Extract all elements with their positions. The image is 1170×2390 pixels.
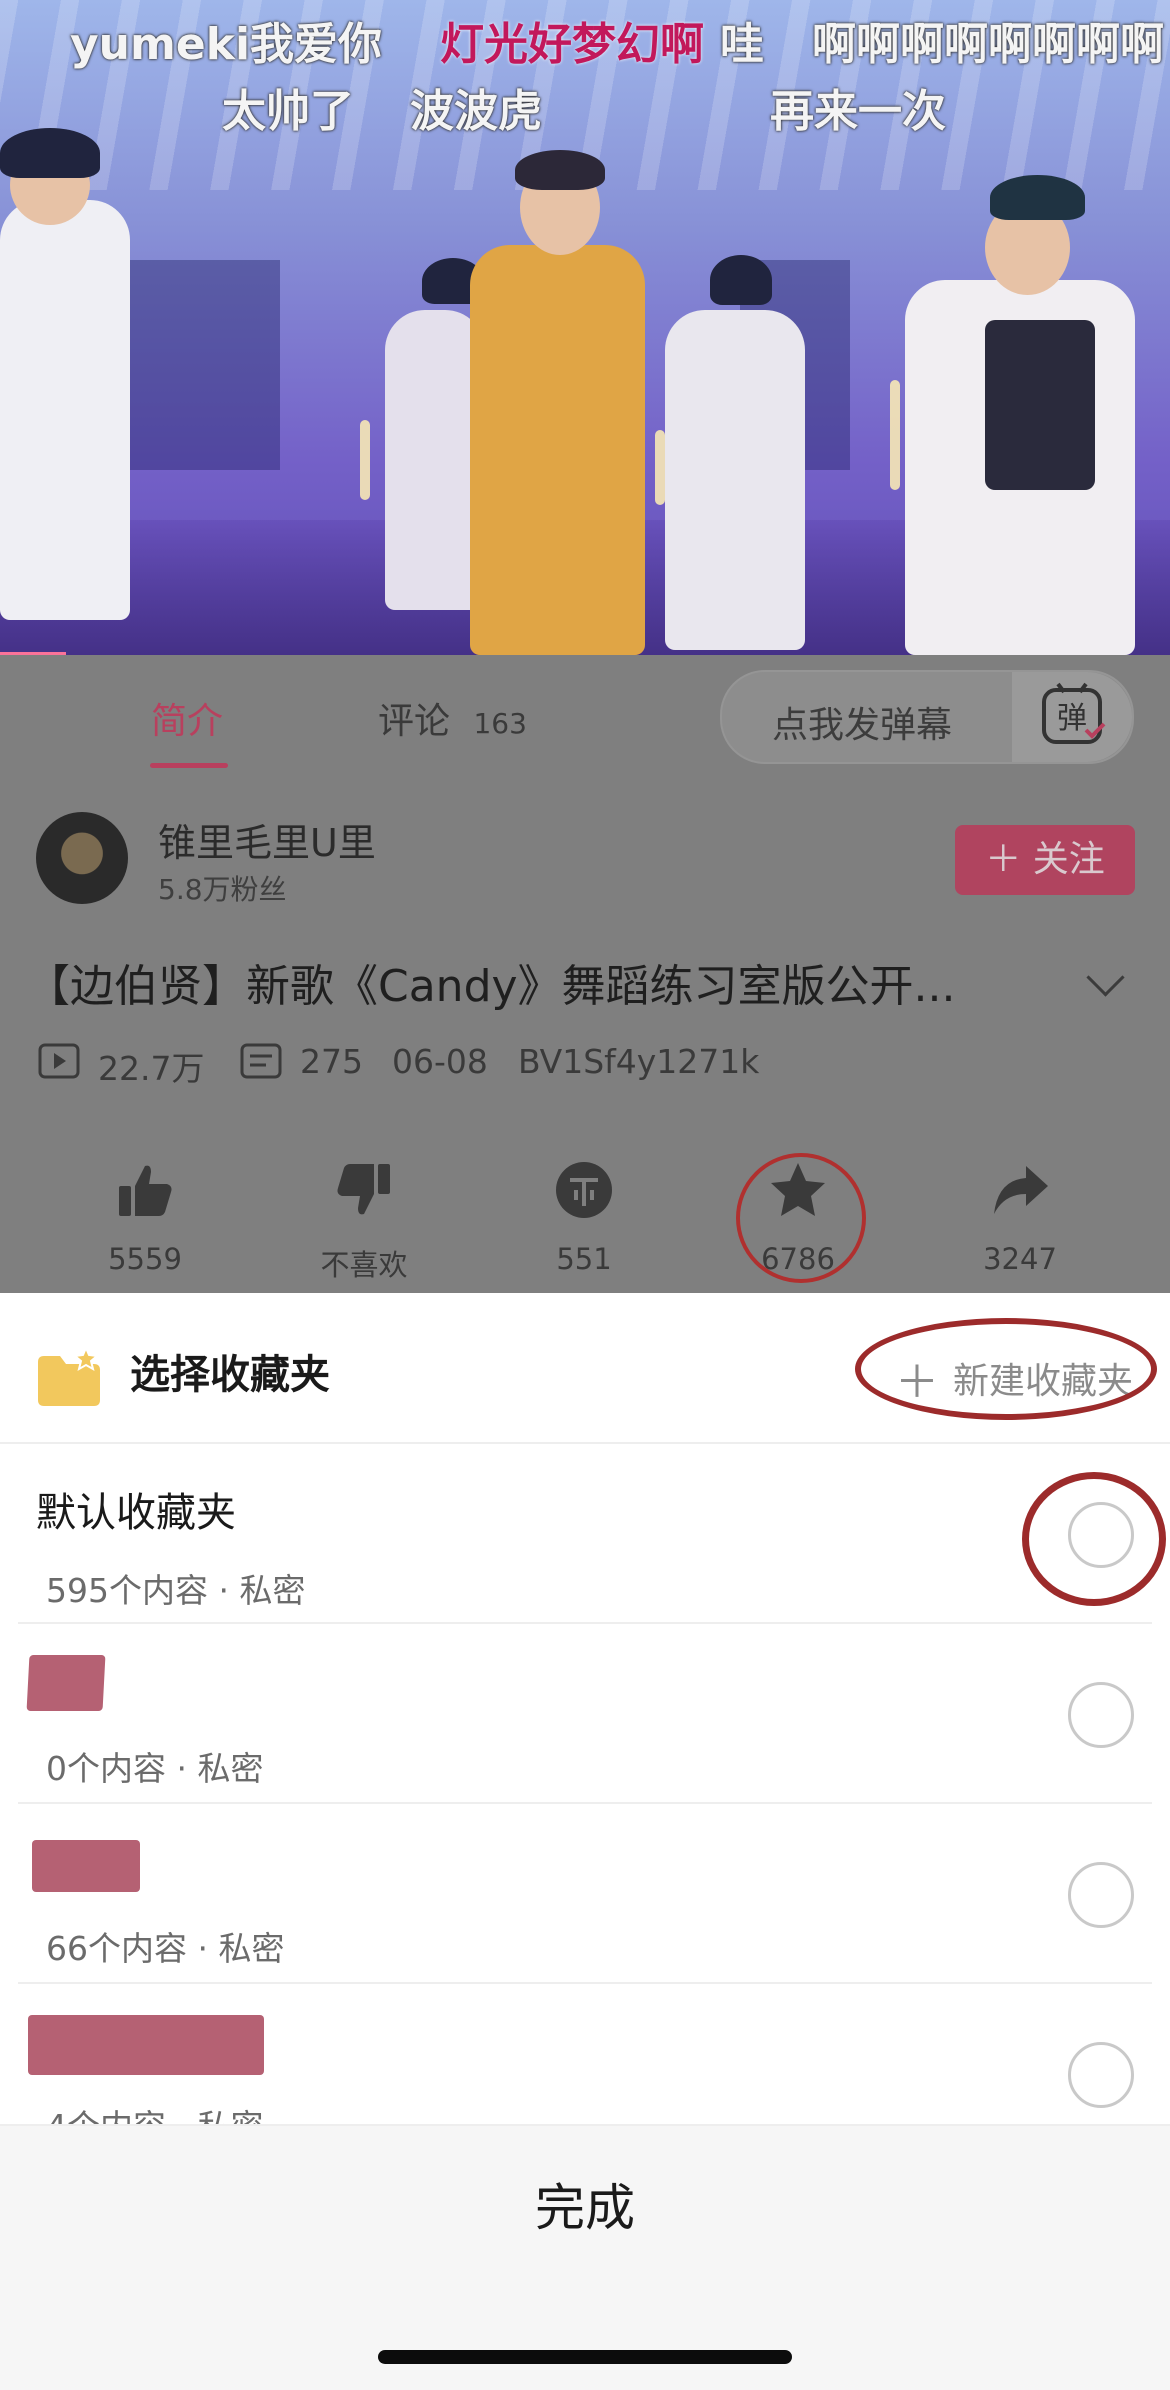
folder-radio[interactable] bbox=[1068, 1682, 1134, 1748]
floor-light bbox=[360, 420, 370, 500]
tab-active-underline bbox=[150, 763, 228, 768]
home-indicator bbox=[378, 2350, 792, 2364]
sheet-title: 选择收藏夹 bbox=[130, 1352, 330, 1398]
tab-comments-label: 评论 bbox=[378, 701, 451, 742]
dancer-figure bbox=[0, 200, 130, 620]
annotation-circle bbox=[736, 1153, 866, 1283]
danmaku-toggle-glyph: 弹 bbox=[1057, 701, 1087, 736]
avatar[interactable] bbox=[36, 812, 128, 904]
danmaku-comment: 哇 bbox=[720, 19, 764, 70]
folder-radio[interactable] bbox=[1068, 2042, 1134, 2108]
coin-icon bbox=[556, 1162, 612, 1218]
annotation-ellipse bbox=[1022, 1472, 1166, 1606]
thumbs-down-icon bbox=[337, 1164, 390, 1215]
divider bbox=[18, 1982, 1152, 1984]
dancer-figure bbox=[0, 128, 100, 178]
danmaku-input[interactable]: 点我发弹幕 弹 bbox=[720, 670, 1134, 764]
dislike-label: 不喜欢 bbox=[320, 1248, 408, 1282]
annotation-ellipse bbox=[855, 1318, 1157, 1420]
tab-comments[interactable]: 评论 163 bbox=[378, 692, 527, 744]
follow-button[interactable]: ＋ 关注 bbox=[955, 825, 1135, 895]
play-count-icon bbox=[38, 1043, 80, 1079]
redacted-folder-name[interactable] bbox=[32, 1840, 140, 1892]
fan-count: 5.8万粉丝 bbox=[158, 873, 287, 906]
danmaku-input-placeholder: 点我发弹幕 bbox=[772, 705, 953, 746]
danmaku-count-icon bbox=[240, 1043, 282, 1079]
divider bbox=[18, 1802, 1152, 1804]
folder-meta: 66个内容 · 私密 bbox=[46, 1929, 285, 1968]
redacted-folder-name[interactable] bbox=[26, 1655, 106, 1711]
publish-date: 06-08 bbox=[392, 1042, 488, 1081]
like-count: 5559 bbox=[108, 1242, 182, 1276]
danmaku-comment: 太帅了 bbox=[222, 86, 354, 137]
dancer-figure bbox=[665, 310, 805, 650]
folder-radio[interactable] bbox=[1068, 1862, 1134, 1928]
danmaku-toggle-button[interactable]: 弹 bbox=[1012, 672, 1132, 762]
uploader-name[interactable]: 锥里毛里U里 bbox=[158, 812, 376, 867]
dancer-figure bbox=[990, 175, 1085, 220]
tab-intro[interactable]: 简介 bbox=[151, 692, 223, 744]
dancer-figure bbox=[985, 320, 1095, 490]
video-player[interactable]: yumeki我爱你 灯光好梦幻啊 哇 啊啊啊啊啊啊啊啊 太帅了 波波虎 再来一次 bbox=[0, 0, 1170, 655]
share-icon bbox=[994, 1166, 1048, 1214]
folder-meta: 0个内容 · 私密 bbox=[46, 1749, 264, 1788]
wall-mirror bbox=[120, 260, 280, 470]
danmaku-comment: yumeki我爱你 bbox=[70, 19, 383, 70]
comment-count: 163 bbox=[473, 707, 527, 740]
danmaku-comment: 灯光好梦幻啊 bbox=[440, 19, 704, 70]
floor-light bbox=[655, 430, 665, 505]
view-count: 22.7万 bbox=[98, 1049, 205, 1088]
folder-name[interactable]: 默认收藏夹 bbox=[36, 1480, 236, 1538]
danmaku-comment: 再来一次 bbox=[770, 86, 946, 137]
danmaku-toggle-icon: 弹 bbox=[1042, 682, 1106, 744]
dancer-figure bbox=[710, 255, 772, 305]
floor-light bbox=[890, 380, 900, 490]
thumbs-up-icon bbox=[119, 1165, 172, 1216]
video-title: 【边伯贤】新歌《Candy》舞蹈练习室版公开... bbox=[26, 961, 956, 1012]
divider bbox=[18, 1622, 1152, 1624]
done-button[interactable]: 完成 bbox=[0, 2168, 1170, 2240]
redacted-folder-name[interactable] bbox=[28, 2015, 264, 2075]
share-count: 3247 bbox=[983, 1242, 1057, 1276]
folder-star-icon bbox=[38, 1346, 100, 1406]
divider bbox=[0, 1442, 1170, 1444]
danmaku-count: 275 bbox=[300, 1042, 363, 1081]
danmaku-comment: 啊啊啊啊啊啊啊啊 bbox=[812, 19, 1164, 70]
dancer-figure bbox=[470, 245, 645, 655]
dancer-figure bbox=[515, 150, 605, 190]
coin-count: 551 bbox=[556, 1242, 612, 1276]
danmaku-comment: 波波虎 bbox=[410, 86, 542, 137]
bvid: BV1Sf4y1271k bbox=[518, 1042, 760, 1081]
folder-meta: 595个内容 · 私密 bbox=[46, 1571, 306, 1610]
